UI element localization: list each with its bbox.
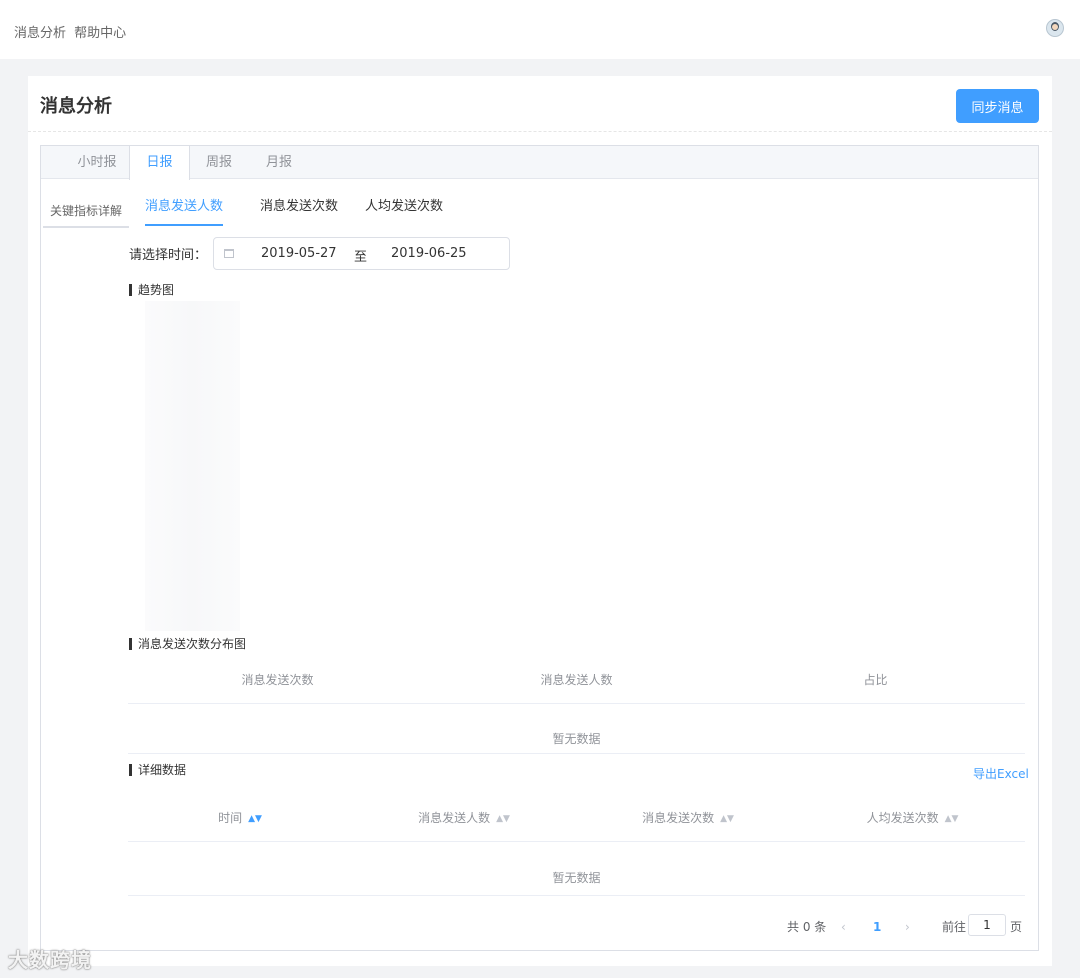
divider xyxy=(128,703,1025,704)
divider xyxy=(128,895,1025,896)
main-card: 消息分析 同步消息 小时报 日报 周报 月报 关键指标详解 消息发送人数 消息发… xyxy=(28,76,1052,966)
top-nav: 消息分析 帮助中心 xyxy=(14,22,130,41)
tab-monthly[interactable]: 月报 xyxy=(251,146,307,179)
col-avg-count[interactable]: 人均发送次数 ▲▼ xyxy=(800,795,1025,841)
nav-help-center[interactable]: 帮助中心 xyxy=(74,26,126,41)
date-start[interactable]: 2019-05-27 xyxy=(261,246,337,261)
sort-icon[interactable]: ▲▼ xyxy=(945,796,959,842)
date-label: 请选择时间： xyxy=(129,248,208,263)
tab-hourly[interactable]: 小时报 xyxy=(61,146,133,179)
subtab-senders[interactable]: 消息发送人数 xyxy=(145,196,224,226)
col-senders-label: 消息发送人数 xyxy=(418,811,491,825)
sync-messages-button[interactable]: 同步消息 xyxy=(956,89,1039,123)
divider xyxy=(128,841,1025,842)
divider xyxy=(128,753,1025,754)
top-bar: 消息分析 帮助中心 xyxy=(0,0,1080,59)
subtab-send-count[interactable]: 消息发送次数 xyxy=(260,196,338,226)
avatar[interactable] xyxy=(1046,19,1064,37)
page-number[interactable]: 1 xyxy=(873,916,881,938)
date-separator: 至 xyxy=(354,250,368,265)
chart-placeholder xyxy=(145,301,240,631)
tab-weekly[interactable]: 周报 xyxy=(191,146,247,179)
col-ratio: 占比 xyxy=(863,673,888,687)
col-send-count-label: 消息发送次数 xyxy=(642,811,715,825)
pagination-total: 共 0 条 xyxy=(787,920,827,934)
next-page-icon[interactable]: › xyxy=(905,916,910,938)
distribution-table: 消息发送次数 消息发送人数 占比 暂无数据 xyxy=(128,657,1025,754)
col-time-label: 时间 xyxy=(218,811,243,825)
calendar-icon xyxy=(224,249,234,258)
detail-title: 详细数据 xyxy=(129,764,186,776)
sort-icon[interactable]: ▲▼ xyxy=(248,796,262,842)
detail-table: 时间 ▲▼ 消息发送人数 ▲▼ 消息发送次数 ▲▼ 人均发送次数 ▲▼ 暂无数据 xyxy=(128,795,1025,896)
tab-daily[interactable]: 日报 xyxy=(129,146,190,180)
col-senders: 消息发送人数 xyxy=(540,673,613,687)
side-tab-key-metrics[interactable]: 关键指标详解 xyxy=(43,196,129,228)
trend-chart xyxy=(128,301,1023,631)
sort-icon[interactable]: ▲▼ xyxy=(496,796,510,842)
trend-title: 趋势图 xyxy=(129,284,174,296)
report-tabs: 小时报 日报 周报 月报 xyxy=(41,146,1038,180)
empty-text: 暂无数据 xyxy=(552,732,601,746)
empty-text: 暂无数据 xyxy=(552,871,601,885)
page-jump-input[interactable] xyxy=(968,914,1006,936)
distribution-title: 消息发送次数分布图 xyxy=(129,638,246,650)
page-title: 消息分析 xyxy=(40,96,112,117)
col-send-count: 消息发送次数 xyxy=(241,673,314,687)
col-time[interactable]: 时间 ▲▼ xyxy=(128,795,352,841)
report-panel: 小时报 日报 周报 月报 关键指标详解 消息发送人数 消息发送次数 人均发送次数… xyxy=(40,145,1039,951)
watermark: 大数跨境 xyxy=(8,948,92,972)
col-senders[interactable]: 消息发送人数 ▲▼ xyxy=(352,795,576,841)
prev-page-icon[interactable]: ‹ xyxy=(841,916,846,938)
subtab-avg-count[interactable]: 人均发送次数 xyxy=(365,196,443,226)
date-range-picker[interactable]: 2019-05-27 至 2019-06-25 xyxy=(213,237,510,270)
goto-label: 前往 xyxy=(942,920,967,934)
col-send-count[interactable]: 消息发送次数 ▲▼ xyxy=(576,795,800,841)
col-avg-count-label: 人均发送次数 xyxy=(866,811,939,825)
sort-icon[interactable]: ▲▼ xyxy=(720,796,734,842)
page-unit: 页 xyxy=(1010,920,1023,934)
date-end[interactable]: 2019-06-25 xyxy=(391,246,467,261)
nav-message-analysis[interactable]: 消息分析 xyxy=(14,26,66,41)
title-divider xyxy=(28,131,1052,132)
export-excel-link[interactable]: 导出Excel xyxy=(973,765,1029,782)
